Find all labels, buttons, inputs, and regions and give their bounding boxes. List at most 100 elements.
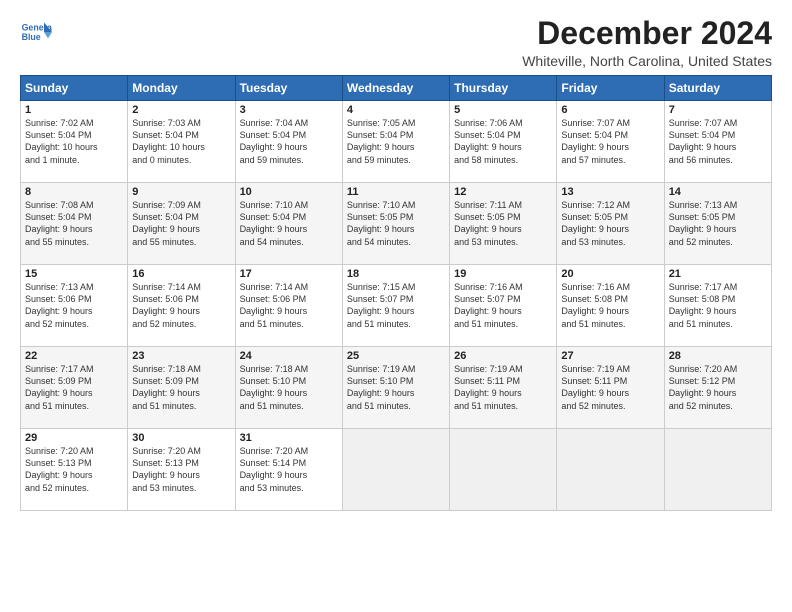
day-info: Sunrise: 7:07 AM Sunset: 5:04 PM Dayligh… <box>561 117 659 166</box>
calendar-cell: 22Sunrise: 7:17 AM Sunset: 5:09 PM Dayli… <box>21 347 128 429</box>
day-number: 12 <box>454 186 552 198</box>
day-info: Sunrise: 7:14 AM Sunset: 5:06 PM Dayligh… <box>240 281 338 330</box>
calendar-table: SundayMondayTuesdayWednesdayThursdayFrid… <box>20 75 772 511</box>
week-row-4: 22Sunrise: 7:17 AM Sunset: 5:09 PM Dayli… <box>21 347 772 429</box>
day-info: Sunrise: 7:06 AM Sunset: 5:04 PM Dayligh… <box>454 117 552 166</box>
day-number: 13 <box>561 186 659 198</box>
day-info: Sunrise: 7:19 AM Sunset: 5:10 PM Dayligh… <box>347 363 445 412</box>
location: Whiteville, North Carolina, United State… <box>522 53 772 69</box>
calendar-cell: 9Sunrise: 7:09 AM Sunset: 5:04 PM Daylig… <box>128 183 235 265</box>
calendar-cell: 23Sunrise: 7:18 AM Sunset: 5:09 PM Dayli… <box>128 347 235 429</box>
logo: General Blue <box>20 16 52 48</box>
day-number: 16 <box>132 268 230 280</box>
day-number: 2 <box>132 104 230 116</box>
day-info: Sunrise: 7:16 AM Sunset: 5:07 PM Dayligh… <box>454 281 552 330</box>
calendar-cell: 27Sunrise: 7:19 AM Sunset: 5:11 PM Dayli… <box>557 347 664 429</box>
day-info: Sunrise: 7:20 AM Sunset: 5:13 PM Dayligh… <box>25 445 123 494</box>
day-info: Sunrise: 7:19 AM Sunset: 5:11 PM Dayligh… <box>561 363 659 412</box>
logo-icon: General Blue <box>20 16 52 48</box>
day-info: Sunrise: 7:03 AM Sunset: 5:04 PM Dayligh… <box>132 117 230 166</box>
day-number: 27 <box>561 350 659 362</box>
svg-text:Blue: Blue <box>22 32 41 42</box>
day-number: 29 <box>25 432 123 444</box>
calendar-cell: 16Sunrise: 7:14 AM Sunset: 5:06 PM Dayli… <box>128 265 235 347</box>
week-row-1: 1Sunrise: 7:02 AM Sunset: 5:04 PM Daylig… <box>21 101 772 183</box>
day-info: Sunrise: 7:14 AM Sunset: 5:06 PM Dayligh… <box>132 281 230 330</box>
calendar-cell: 17Sunrise: 7:14 AM Sunset: 5:06 PM Dayli… <box>235 265 342 347</box>
day-number: 1 <box>25 104 123 116</box>
day-number: 3 <box>240 104 338 116</box>
calendar-cell <box>450 429 557 511</box>
day-info: Sunrise: 7:20 AM Sunset: 5:14 PM Dayligh… <box>240 445 338 494</box>
weekday-header-saturday: Saturday <box>664 76 771 101</box>
calendar-cell: 30Sunrise: 7:20 AM Sunset: 5:13 PM Dayli… <box>128 429 235 511</box>
calendar-cell: 4Sunrise: 7:05 AM Sunset: 5:04 PM Daylig… <box>342 101 449 183</box>
calendar-cell: 3Sunrise: 7:04 AM Sunset: 5:04 PM Daylig… <box>235 101 342 183</box>
calendar-cell: 21Sunrise: 7:17 AM Sunset: 5:08 PM Dayli… <box>664 265 771 347</box>
month-title: December 2024 <box>522 16 772 51</box>
calendar-cell: 24Sunrise: 7:18 AM Sunset: 5:10 PM Dayli… <box>235 347 342 429</box>
day-number: 25 <box>347 350 445 362</box>
week-row-2: 8Sunrise: 7:08 AM Sunset: 5:04 PM Daylig… <box>21 183 772 265</box>
day-info: Sunrise: 7:02 AM Sunset: 5:04 PM Dayligh… <box>25 117 123 166</box>
week-row-5: 29Sunrise: 7:20 AM Sunset: 5:13 PM Dayli… <box>21 429 772 511</box>
day-number: 10 <box>240 186 338 198</box>
day-number: 18 <box>347 268 445 280</box>
day-number: 24 <box>240 350 338 362</box>
calendar-cell: 28Sunrise: 7:20 AM Sunset: 5:12 PM Dayli… <box>664 347 771 429</box>
calendar-cell: 19Sunrise: 7:16 AM Sunset: 5:07 PM Dayli… <box>450 265 557 347</box>
day-number: 7 <box>669 104 767 116</box>
day-number: 21 <box>669 268 767 280</box>
day-number: 15 <box>25 268 123 280</box>
day-number: 19 <box>454 268 552 280</box>
day-number: 20 <box>561 268 659 280</box>
weekday-header-sunday: Sunday <box>21 76 128 101</box>
calendar-cell: 11Sunrise: 7:10 AM Sunset: 5:05 PM Dayli… <box>342 183 449 265</box>
day-number: 26 <box>454 350 552 362</box>
day-info: Sunrise: 7:10 AM Sunset: 5:05 PM Dayligh… <box>347 199 445 248</box>
weekday-header-friday: Friday <box>557 76 664 101</box>
day-info: Sunrise: 7:10 AM Sunset: 5:04 PM Dayligh… <box>240 199 338 248</box>
day-info: Sunrise: 7:18 AM Sunset: 5:09 PM Dayligh… <box>132 363 230 412</box>
day-number: 22 <box>25 350 123 362</box>
calendar-cell: 15Sunrise: 7:13 AM Sunset: 5:06 PM Dayli… <box>21 265 128 347</box>
day-info: Sunrise: 7:15 AM Sunset: 5:07 PM Dayligh… <box>347 281 445 330</box>
weekday-header-tuesday: Tuesday <box>235 76 342 101</box>
calendar-cell: 25Sunrise: 7:19 AM Sunset: 5:10 PM Dayli… <box>342 347 449 429</box>
day-number: 8 <box>25 186 123 198</box>
day-info: Sunrise: 7:04 AM Sunset: 5:04 PM Dayligh… <box>240 117 338 166</box>
calendar-cell: 7Sunrise: 7:07 AM Sunset: 5:04 PM Daylig… <box>664 101 771 183</box>
day-number: 31 <box>240 432 338 444</box>
calendar-cell: 10Sunrise: 7:10 AM Sunset: 5:04 PM Dayli… <box>235 183 342 265</box>
day-number: 28 <box>669 350 767 362</box>
day-number: 5 <box>454 104 552 116</box>
page: General Blue December 2024 Whiteville, N… <box>0 0 792 521</box>
day-info: Sunrise: 7:20 AM Sunset: 5:13 PM Dayligh… <box>132 445 230 494</box>
calendar-cell <box>342 429 449 511</box>
day-number: 23 <box>132 350 230 362</box>
day-number: 11 <box>347 186 445 198</box>
header-row: SundayMondayTuesdayWednesdayThursdayFrid… <box>21 76 772 101</box>
day-number: 14 <box>669 186 767 198</box>
calendar-cell: 12Sunrise: 7:11 AM Sunset: 5:05 PM Dayli… <box>450 183 557 265</box>
day-info: Sunrise: 7:11 AM Sunset: 5:05 PM Dayligh… <box>454 199 552 248</box>
day-info: Sunrise: 7:13 AM Sunset: 5:06 PM Dayligh… <box>25 281 123 330</box>
calendar-cell: 20Sunrise: 7:16 AM Sunset: 5:08 PM Dayli… <box>557 265 664 347</box>
calendar-cell: 14Sunrise: 7:13 AM Sunset: 5:05 PM Dayli… <box>664 183 771 265</box>
day-info: Sunrise: 7:17 AM Sunset: 5:09 PM Dayligh… <box>25 363 123 412</box>
calendar-cell: 2Sunrise: 7:03 AM Sunset: 5:04 PM Daylig… <box>128 101 235 183</box>
calendar-cell <box>664 429 771 511</box>
calendar-cell: 13Sunrise: 7:12 AM Sunset: 5:05 PM Dayli… <box>557 183 664 265</box>
day-info: Sunrise: 7:20 AM Sunset: 5:12 PM Dayligh… <box>669 363 767 412</box>
day-info: Sunrise: 7:13 AM Sunset: 5:05 PM Dayligh… <box>669 199 767 248</box>
day-info: Sunrise: 7:16 AM Sunset: 5:08 PM Dayligh… <box>561 281 659 330</box>
header: General Blue December 2024 Whiteville, N… <box>20 16 772 69</box>
calendar-cell: 29Sunrise: 7:20 AM Sunset: 5:13 PM Dayli… <box>21 429 128 511</box>
calendar-cell: 31Sunrise: 7:20 AM Sunset: 5:14 PM Dayli… <box>235 429 342 511</box>
weekday-header-thursday: Thursday <box>450 76 557 101</box>
calendar-cell: 6Sunrise: 7:07 AM Sunset: 5:04 PM Daylig… <box>557 101 664 183</box>
week-row-3: 15Sunrise: 7:13 AM Sunset: 5:06 PM Dayli… <box>21 265 772 347</box>
weekday-header-wednesday: Wednesday <box>342 76 449 101</box>
day-info: Sunrise: 7:05 AM Sunset: 5:04 PM Dayligh… <box>347 117 445 166</box>
day-info: Sunrise: 7:12 AM Sunset: 5:05 PM Dayligh… <box>561 199 659 248</box>
